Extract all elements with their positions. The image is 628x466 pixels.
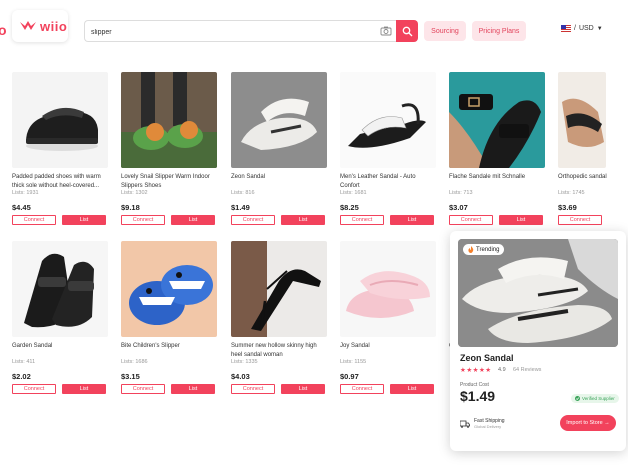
product-image[interactable] — [12, 72, 108, 168]
list-button[interactable]: List — [281, 215, 325, 225]
chevron-down-icon: ▼ — [596, 25, 603, 32]
search-input[interactable] — [85, 22, 365, 43]
product-title[interactable]: Flache Sandale mit Schnalle — [449, 173, 545, 190]
product-card[interactable]: Padded padded shoes with warm thick sole… — [12, 72, 108, 225]
product-title[interactable]: Padded padded shoes with warm thick sole… — [12, 173, 108, 190]
product-price: $9.18 — [121, 203, 140, 212]
connect-button[interactable]: Connect — [558, 215, 602, 225]
star-rating-icon: ★★★★★ — [460, 367, 492, 374]
logo-mark-icon — [20, 21, 36, 30]
trending-product-image[interactable]: Trending — [458, 239, 618, 347]
product-image[interactable] — [558, 72, 606, 168]
product-image[interactable] — [121, 72, 217, 168]
product-lists-count: Lists: 816 — [231, 190, 255, 196]
list-button[interactable]: List — [62, 215, 106, 225]
product-image[interactable] — [449, 72, 545, 168]
product-image[interactable] — [231, 241, 327, 337]
connect-button[interactable]: Connect — [12, 215, 56, 225]
flame-icon — [468, 246, 474, 253]
connect-button[interactable]: Connect — [340, 384, 384, 394]
product-image[interactable] — [121, 241, 217, 337]
product-title[interactable]: Joy Sandal — [340, 342, 436, 359]
pricing-plans-button[interactable]: Pricing Plans — [472, 21, 526, 41]
product-card[interactable]: Flache Sandale mit Schnalle Lists: 713 $… — [449, 72, 545, 225]
product-price: $0.97 — [340, 372, 359, 381]
list-button[interactable]: List — [62, 384, 106, 394]
rating-value: 4.9 — [498, 367, 506, 373]
logo[interactable]: wiio — [12, 10, 68, 42]
product-title[interactable]: Summer new hollow skinny high heel sanda… — [231, 342, 327, 359]
currency-selector[interactable]: / USD ▼ — [561, 25, 603, 32]
verified-supplier-badge: Verified Supplier — [571, 394, 619, 403]
reviews-count[interactable]: 64 Reviews — [513, 367, 541, 373]
product-price: $3.15 — [121, 372, 140, 381]
product-card[interactable]: Joy Sandal Lists: 1155 $0.97 Connect Lis… — [340, 241, 436, 394]
shipping-subtitle: Global Delivery — [474, 424, 502, 429]
list-button[interactable]: List — [499, 215, 543, 225]
trending-product-popup[interactable]: Trending Zeon Sandal ★★★★★ 4.9 64 Review… — [450, 231, 626, 451]
product-title[interactable]: Zeon Sandal — [231, 173, 327, 190]
product-price: $2.02 — [12, 372, 31, 381]
product-card[interactable]: Bite Children's Slipper Lists: 1686 $3.1… — [121, 241, 217, 394]
product-lists-count: Lists: 1745 — [558, 190, 585, 196]
product-cost-price: $1.49 — [460, 388, 496, 404]
product-price: $4.03 — [231, 372, 250, 381]
search-button[interactable] — [396, 20, 418, 42]
product-image[interactable] — [12, 241, 108, 337]
currency-label: USD — [578, 25, 594, 32]
product-lists-count: Lists: 411 — [12, 359, 36, 365]
product-price: $3.07 — [449, 203, 468, 212]
product-card[interactable]: Lovely Snail Slipper Warm Indoor Slipper… — [121, 72, 217, 225]
trending-badge: Trending — [463, 244, 505, 255]
product-image[interactable] — [231, 72, 327, 168]
product-lists-count: Lists: 1155 — [340, 359, 367, 365]
product-price: $3.69 — [558, 203, 577, 212]
product-title[interactable]: Lovely Snail Slipper Warm Indoor Slipper… — [121, 173, 217, 190]
connect-button[interactable]: Connect — [121, 384, 165, 394]
product-card[interactable]: Orthopedic sandal Lists: 1745 $3.69 Conn… — [558, 72, 628, 225]
product-card[interactable]: Summer new hollow skinny high heel sanda… — [231, 241, 327, 394]
product-card[interactable]: Men's Leather Sandal - Auto Confort List… — [340, 72, 436, 225]
import-to-store-button[interactable]: Import to Store → — [560, 415, 616, 431]
product-image[interactable] — [340, 241, 436, 337]
search-box — [84, 20, 396, 43]
product-lists-count: Lists: 713 — [449, 190, 473, 196]
connect-button[interactable]: Connect — [449, 215, 493, 225]
product-title[interactable]: Orthopedic sandal — [558, 173, 628, 190]
product-lists-count: Lists: 1686 — [121, 359, 148, 365]
product-title[interactable]: Garden Sandal — [12, 342, 108, 359]
sourcing-button[interactable]: Sourcing — [424, 21, 466, 41]
product-lists-count: Lists: 1335 — [231, 359, 258, 365]
list-button[interactable]: List — [171, 215, 215, 225]
us-flag-icon — [561, 25, 571, 32]
trending-product-title[interactable]: Zeon Sandal — [460, 353, 514, 363]
product-price: $4.45 — [12, 203, 31, 212]
list-button[interactable]: List — [390, 215, 434, 225]
product-price: $1.49 — [231, 203, 250, 212]
connect-button[interactable]: Connect — [12, 384, 56, 394]
search-icon — [402, 26, 412, 36]
product-lists-count: Lists: 1302 — [121, 190, 148, 196]
logo-fragment: o — [0, 22, 7, 38]
product-card[interactable]: Garden Sandal Lists: 411 $2.02 Connect L… — [12, 241, 108, 394]
list-button[interactable]: List — [390, 384, 434, 394]
connect-button[interactable]: Connect — [231, 384, 275, 394]
check-circle-icon — [575, 396, 580, 401]
connect-button[interactable]: Connect — [121, 215, 165, 225]
product-title[interactable]: Men's Leather Sandal - Auto Confort — [340, 173, 436, 190]
camera-icon[interactable] — [380, 25, 392, 37]
product-card[interactable]: Zeon Sandal Lists: 816 $1.49 Connect Lis… — [231, 72, 327, 225]
product-price: $8.25 — [340, 203, 359, 212]
product-lists-count: Lists: 1931 — [12, 190, 39, 196]
logo-text: wiio — [40, 18, 68, 34]
connect-button[interactable]: Connect — [340, 215, 384, 225]
top-bar: o wiio Sourcing Pricing Plans / USD ▼ — [0, 0, 628, 58]
product-image[interactable] — [340, 72, 436, 168]
product-title[interactable]: Bite Children's Slipper — [121, 342, 217, 359]
connect-button[interactable]: Connect — [231, 215, 275, 225]
list-button[interactable]: List — [281, 384, 325, 394]
list-button[interactable]: List — [171, 384, 215, 394]
truck-icon — [460, 420, 470, 428]
product-lists-count: Lists: 1681 — [340, 190, 367, 196]
